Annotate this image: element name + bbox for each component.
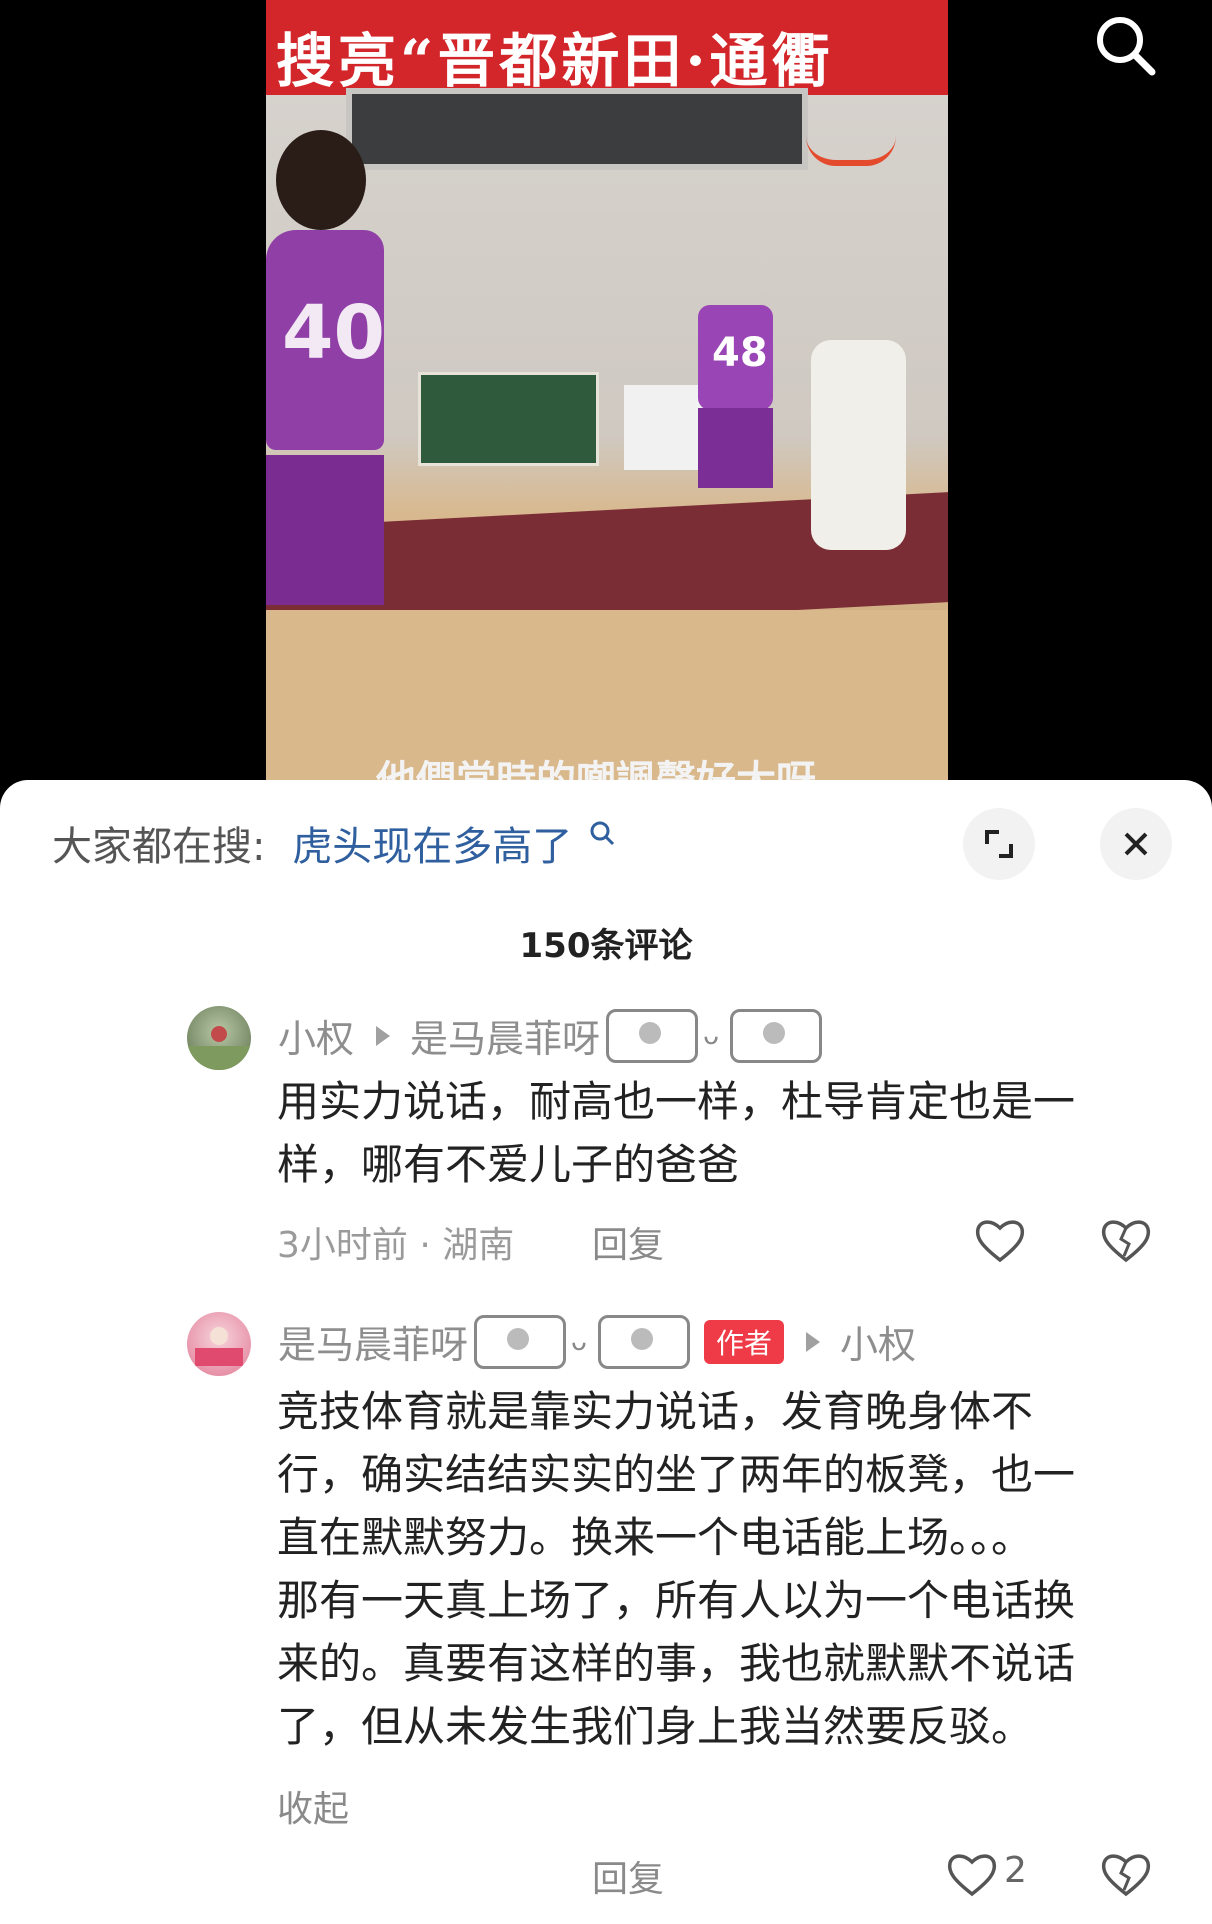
- comment-text: 用实力说话，耐高也一样，杜导肯定也是一 样，哪有不爱儿子的爸爸: [277, 1070, 1075, 1196]
- reply-to-username[interactable]: 是马晨菲呀: [410, 1008, 600, 1063]
- close-button[interactable]: [1100, 808, 1172, 880]
- dislike-broken-heart-icon[interactable]: [1098, 1846, 1154, 1902]
- player-40-shorts: [266, 455, 384, 605]
- eye-emoji-icon: [730, 1008, 823, 1063]
- collapse-button[interactable]: 收起: [277, 1780, 349, 1832]
- like-count: 2: [1004, 1850, 1027, 1891]
- mouth-emoji-icon: ᴗ: [571, 1326, 587, 1357]
- comment-header: 是马晨菲呀 ᴗ 作者 小权: [278, 1314, 916, 1369]
- search-icon[interactable]: [1090, 10, 1160, 80]
- player-white-jersey: [811, 340, 906, 550]
- search-small-icon: [589, 814, 615, 860]
- comment-line: 行，确实结结实实的坐了两年的板凳，也一: [277, 1450, 1076, 1499]
- avatar[interactable]: [187, 1312, 251, 1376]
- comment-sheet: 大家都在搜: 虎头现在多高了 150条评论 小权 是马晨菲呀 ᴗ 用实力说话，耐…: [0, 780, 1212, 1924]
- jersey-number-40: 40: [282, 290, 385, 376]
- comment-time-location: 3小时前 · 湖南: [277, 1225, 515, 1266]
- reply-button[interactable]: 回复: [592, 1216, 664, 1268]
- username[interactable]: 是马晨菲呀: [278, 1314, 468, 1369]
- player-48-shorts: [698, 408, 773, 488]
- avatar[interactable]: [187, 1006, 251, 1070]
- gym-windows: [346, 88, 808, 170]
- expand-button[interactable]: [963, 808, 1035, 880]
- comment-line: 了，但从未发生我们身上我当然要反驳。: [277, 1702, 1034, 1751]
- reply-arrow-icon: [376, 1025, 391, 1046]
- dislike-broken-heart-icon[interactable]: [1098, 1212, 1154, 1268]
- like-heart-icon[interactable]: [944, 1846, 1000, 1902]
- comment-line: 那有一天真上场了，所有人以为一个电话换: [277, 1576, 1076, 1625]
- close-icon: [1124, 832, 1148, 856]
- reply-arrow-icon: [806, 1331, 821, 1352]
- expand-icon: [985, 830, 1013, 858]
- author-badge: 作者: [704, 1319, 785, 1364]
- reply-to-username[interactable]: 小权: [840, 1314, 916, 1369]
- mouth-emoji-icon: ᴗ: [703, 1020, 719, 1051]
- basketball-hoop: [806, 100, 896, 166]
- video-player[interactable]: 搜亮“晋都新田·通衢 40 48 他們當時的嘲諷聲好大呀: [0, 0, 1212, 790]
- comment-line: 用实力说话，耐高也一样，杜导肯定也是一: [277, 1077, 1076, 1126]
- player-head: [276, 130, 366, 230]
- eye-emoji-icon: [598, 1314, 691, 1369]
- comment-text: 竞技体育就是靠实力说话，发育晚身体不 行，确实结结实实的坐了两年的板凳，也一 直…: [277, 1380, 1075, 1758]
- ad-board: [418, 372, 599, 466]
- arena-banner: 搜亮“晋都新田·通衢: [266, 0, 948, 95]
- video-frame: 搜亮“晋都新田·通衢 40 48 他們當時的嘲諷聲好大呀: [266, 0, 948, 790]
- username[interactable]: 小权: [278, 1008, 354, 1063]
- like-heart-icon[interactable]: [972, 1212, 1028, 1268]
- comment-line: 样，哪有不爱儿子的爸爸: [277, 1140, 740, 1189]
- comment-line: 来的。真要有这样的事，我也就默默不说话: [277, 1639, 1076, 1688]
- comment-line: 竞技体育就是靠实力说话，发育晚身体不: [277, 1387, 1034, 1436]
- hot-search-label: 大家都在搜:: [52, 824, 266, 870]
- comment-header: 小权 是马晨菲呀 ᴗ: [278, 1008, 823, 1063]
- hot-search-term[interactable]: 虎头现在多高了: [292, 824, 572, 870]
- reply-button[interactable]: 回复: [592, 1850, 664, 1902]
- jersey-number-48: 48: [712, 330, 768, 376]
- eye-emoji-icon: [606, 1008, 699, 1063]
- banner-text: 搜亮“晋都新田·通衢: [276, 27, 834, 95]
- eye-emoji-icon: [474, 1314, 567, 1369]
- comment-line: 直在默默努力。换来一个电话能上场。。。: [277, 1513, 1034, 1562]
- hot-search-bar[interactable]: 大家都在搜: 虎头现在多高了: [52, 814, 615, 872]
- comment-count: 150条评论: [519, 926, 693, 966]
